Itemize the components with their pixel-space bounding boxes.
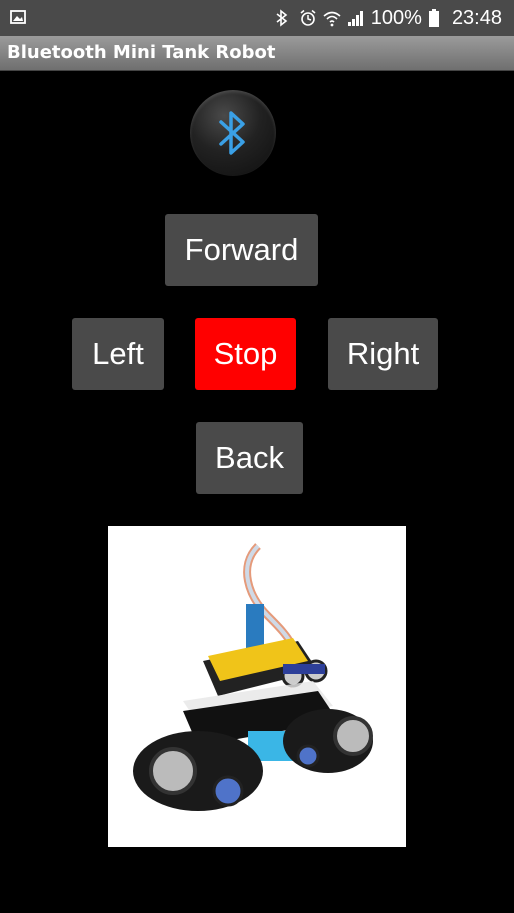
battery-percent: 100% (370, 6, 422, 29)
status-bar: 100% 23:48 (0, 0, 514, 36)
bluetooth-icon (275, 9, 293, 27)
right-button[interactable]: Right (328, 318, 438, 390)
battery-icon (428, 9, 446, 27)
signal-icon (347, 9, 365, 27)
back-button[interactable]: Back (196, 422, 303, 494)
stop-button[interactable]: Stop (195, 318, 296, 390)
forward-button[interactable]: Forward (165, 214, 318, 286)
image-icon (10, 9, 26, 25)
clock: 23:48 (451, 6, 502, 29)
left-button[interactable]: Left (72, 318, 164, 390)
app-title: Bluetooth Mini Tank Robot (7, 42, 276, 63)
bluetooth-connect-button[interactable] (190, 90, 276, 176)
alarm-icon (299, 9, 317, 27)
robot-image (108, 526, 406, 847)
bluetooth-icon (219, 111, 245, 155)
app-title-bar: Bluetooth Mini Tank Robot (0, 36, 514, 71)
wifi-icon (323, 9, 341, 27)
